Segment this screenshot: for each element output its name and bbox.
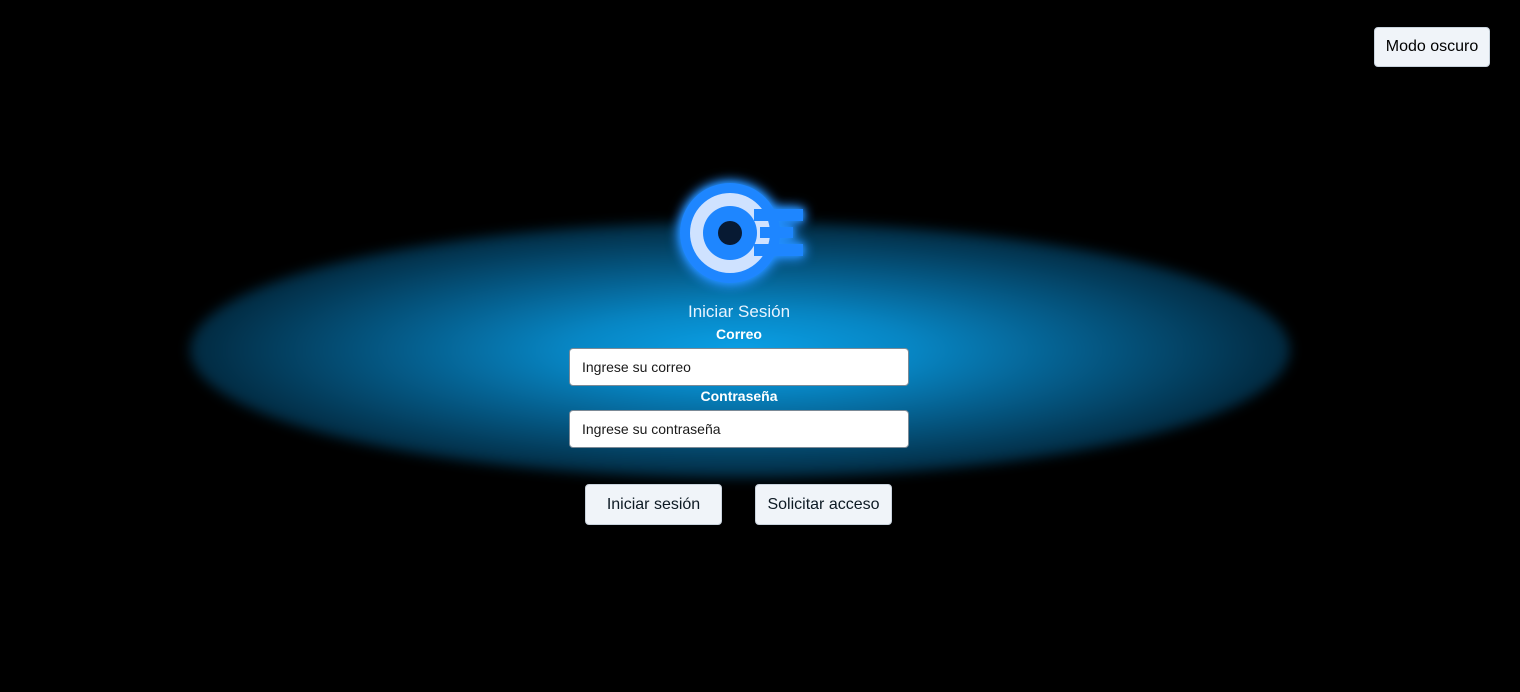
dark-mode-toggle-button[interactable]: Modo oscuro [1374, 27, 1490, 67]
email-label: Correo [716, 326, 762, 342]
password-label: Contraseña [700, 388, 778, 404]
request-access-button[interactable]: Solicitar acceso [755, 484, 892, 525]
password-field[interactable] [569, 410, 909, 448]
email-field[interactable] [569, 348, 909, 386]
login-page: Modo oscuro Iniciar Sesión Correo Contra… [0, 0, 1520, 692]
login-button[interactable]: Iniciar sesión [585, 484, 722, 525]
login-title: Iniciar Sesión [687, 302, 791, 321]
app-logo-icon [670, 175, 810, 293]
